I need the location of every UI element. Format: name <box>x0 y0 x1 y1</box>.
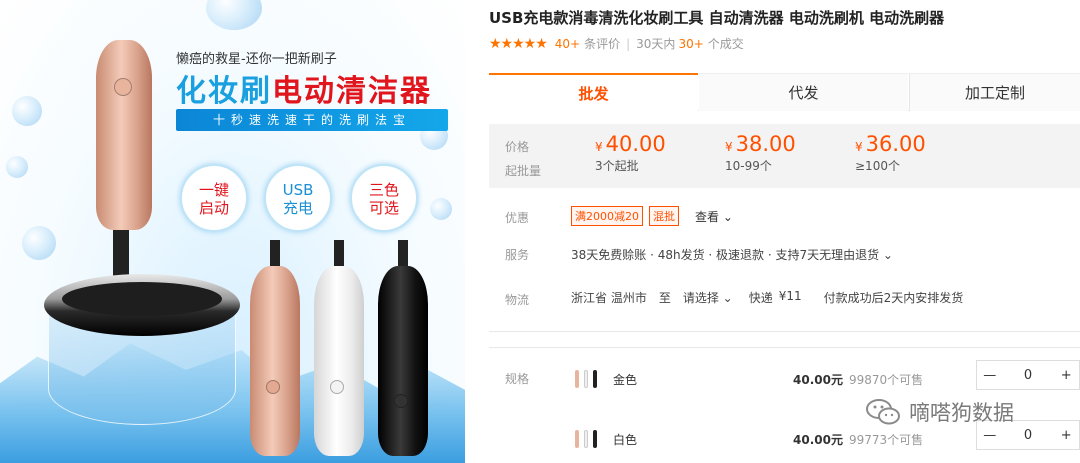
tier-price: ¥36.00 <box>855 132 926 156</box>
currency-symbol: ¥ <box>595 140 603 154</box>
promo-row: 满2000减20 混批 查看 ⌄ <box>571 206 733 226</box>
feature-line: 充电 <box>282 199 313 217</box>
tier-price-value: 38.00 <box>735 132 796 156</box>
device-button <box>266 380 280 394</box>
feature-badge-usb: USB 充电 <box>264 164 332 232</box>
price-box: 价格 起批量 ¥40.00 3个起批 ¥38.00 10-99个 ¥36.00 … <box>489 124 1080 188</box>
ship-fee: ¥11 <box>778 289 802 303</box>
price-tier: ¥36.00 ≥100个 <box>855 132 926 174</box>
product-info-panel: USB充电款消毒清洗化妆刷工具 自动清洗器 电动洗刷机 电动洗刷器 ★★★★★ … <box>489 0 1080 463</box>
bubble-decoration <box>430 198 452 220</box>
product-title: USB充电款消毒清洗化妆刷工具 自动清洗器 电动洗刷机 电动洗刷器 <box>489 9 945 27</box>
brush-cleaner-device <box>96 40 152 230</box>
device-button <box>330 380 344 394</box>
divider <box>489 347 1080 348</box>
tier-quantity: ≥100个 <box>855 159 900 173</box>
sku-row: 金色 40.00元 99870个可售 — 0 + <box>571 360 1080 394</box>
quantity-input[interactable]: 0 <box>1003 368 1054 383</box>
image-title-part1: 化妆刷 <box>176 74 272 109</box>
sku-price: 40.00元 <box>793 432 843 447</box>
separator: | <box>626 36 631 51</box>
product-main-image[interactable]: 懒癌的救星-还你一把新刷子 化妆刷电动清洁器 十秒速洗速干的洗刷法宝 一键 启动… <box>0 0 465 463</box>
tier-price: ¥40.00 <box>595 132 666 156</box>
promo-label: 优惠 <box>505 211 530 225</box>
purchase-tabs: 批发 代发 加工定制 <box>489 73 1080 111</box>
feature-line: 一键 <box>198 181 229 199</box>
currency-symbol: ¥ <box>855 140 863 154</box>
sales-count: 30+ <box>678 36 704 51</box>
device-rose-gold <box>250 266 300 456</box>
quantity-input[interactable]: 0 <box>1003 428 1054 443</box>
ship-to-word: 至 <box>658 291 671 305</box>
tier-price: ¥38.00 <box>725 132 796 156</box>
sku-row: 白色 40.00元 99773个可售 — 0 + <box>571 420 1080 454</box>
bubble-decoration <box>6 156 28 178</box>
image-banner: 十秒速洗速干的洗刷法宝 <box>176 109 448 131</box>
tab-wholesale[interactable]: 批发 <box>489 73 698 111</box>
device-button <box>394 394 408 408</box>
destination-select[interactable]: 请选择 ⌄ <box>683 289 733 306</box>
star-rating-icon: ★★★★★ <box>489 35 548 52</box>
tier-quantity: 3个起批 <box>595 159 639 173</box>
bubble-decoration <box>206 0 262 30</box>
sku-stock: 99773个可售 <box>849 432 924 447</box>
sku-thumbnail[interactable] <box>571 364 601 394</box>
feature-line: 启动 <box>198 199 229 217</box>
sku-name: 白色 <box>613 432 638 447</box>
sku-thumbnail[interactable] <box>571 424 601 454</box>
device-black <box>378 266 428 456</box>
quantity-increase-button[interactable]: + <box>1054 428 1080 443</box>
tab-custom[interactable]: 加工定制 <box>909 73 1080 111</box>
sku-stock: 99870个可售 <box>849 372 924 387</box>
sku-label: 规格 <box>505 372 530 386</box>
review-count[interactable]: 40+ <box>555 37 580 51</box>
rating-row: ★★★★★ 40+ 条评价 | 30天内 30+ 个成交 <box>489 35 744 52</box>
feature-line: 三色 <box>368 181 399 199</box>
quantity-decrease-button[interactable]: — <box>977 368 1003 383</box>
min-order-label: 起批量 <box>505 164 542 178</box>
sales-prefix: 30天内 <box>636 37 676 51</box>
review-label[interactable]: 条评价 <box>584 35 620 52</box>
ship-note: 付款成功后2天内安排发货 <box>823 291 964 305</box>
tab-dropship[interactable]: 代发 <box>699 73 908 111</box>
feature-badge-three-colors: 三色 可选 <box>350 164 418 232</box>
quantity-increase-button[interactable]: + <box>1054 368 1080 383</box>
sku-name: 金色 <box>613 372 638 387</box>
image-slogan: 懒癌的救星-还你一把新刷子 <box>176 52 337 67</box>
sales-label: 个成交 <box>707 37 744 51</box>
tier-price-value: 36.00 <box>865 132 926 156</box>
image-title-part2: 电动清洁器 <box>272 74 432 109</box>
bubble-decoration <box>22 226 56 260</box>
price-label: 价格 <box>505 140 530 154</box>
watermark-text: 嘀嗒狗数据 <box>909 401 1014 425</box>
currency-symbol: ¥ <box>725 140 733 154</box>
cleaning-bowl-inner <box>62 282 222 316</box>
feature-line: 可选 <box>368 199 399 217</box>
ship-from: 浙江省 温州市 <box>571 291 647 305</box>
ship-method: 快递 <box>748 291 773 305</box>
image-title: 化妆刷电动清洁器 <box>176 66 432 110</box>
watermark: 嘀嗒狗数据 <box>865 397 1014 427</box>
quantity-stepper: — 0 + <box>976 360 1080 390</box>
quantity-decrease-button[interactable]: — <box>977 428 1003 443</box>
device-button <box>114 78 132 96</box>
device-white <box>314 266 364 456</box>
wechat-icon <box>866 399 900 425</box>
tier-price-value: 40.00 <box>605 132 666 156</box>
shipping-label: 物流 <box>505 293 530 307</box>
promo-tag-mixed[interactable]: 混批 <box>649 206 679 226</box>
feature-line: USB <box>282 181 314 199</box>
sku-price: 40.00元 <box>793 372 843 387</box>
price-tier: ¥40.00 3个起批 <box>595 132 666 174</box>
feature-badge-one-key: 一键 启动 <box>180 164 248 232</box>
divider <box>489 331 1080 332</box>
bubble-decoration <box>12 96 42 126</box>
service-info[interactable]: 38天免费赊账 · 48h发货 · 极速退款 · 支持7天无理由退货 ⌄ <box>571 246 893 263</box>
promo-tag-discount[interactable]: 满2000减20 <box>571 206 643 226</box>
shipping-row: 浙江省 温州市 至 请选择 ⌄ 快递 ¥11 付款成功后2天内安排发货 <box>571 289 969 306</box>
tier-quantity: 10-99个 <box>725 159 772 173</box>
price-tier: ¥38.00 10-99个 <box>725 132 796 174</box>
service-label: 服务 <box>505 248 530 262</box>
promo-see-more-button[interactable]: 查看 ⌄ <box>695 208 733 225</box>
